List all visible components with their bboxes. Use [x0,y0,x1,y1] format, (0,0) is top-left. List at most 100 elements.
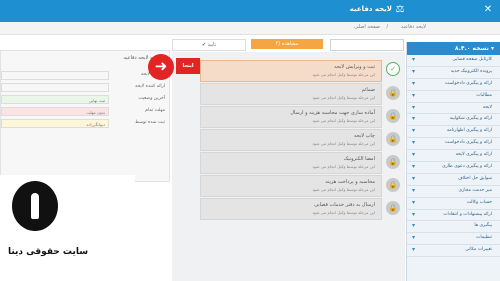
sidebar-item[interactable]: ▾ تغییرات مکانی [407,245,500,258]
chevron-down-icon: ▾ [412,222,416,230]
summary-value [1,71,109,80]
sidebar-header[interactable]: نسخه ۸.۴.۰ ▾ [407,42,500,55]
sidebar-item[interactable]: ▾ مطالبات [407,91,500,103]
breadcrumb-sep: / [386,24,388,30]
step-item[interactable]: چاپ لایحه این مرحله توسط وکیل انجام می ش… [200,129,382,151]
tab-approve[interactable]: ✔ تایید [172,39,246,51]
step-desc: این مرحله توسط وکیل انجام می شود [312,164,375,169]
step-desc: این مرحله توسط وکیل انجام می شود [312,210,375,215]
step-item[interactable]: ارسال به دفتر خدمات قضایی این مرحله توسط… [200,198,382,220]
sidebar-item-label: ارائه پیشنهادات و انتقادات [443,211,492,217]
chevron-down-icon: ▾ [412,103,416,111]
step-item[interactable]: آماده سازی جهت محاسبه هزینه و ارسال این … [200,106,382,128]
lock-icon: 🔒 [386,201,400,215]
lock-icon: 🔒 [386,155,400,169]
step-title: ارسال به دفتر خدمات قضایی [314,202,375,208]
sidebar-item[interactable]: ▾ کارتابل صفحه قضایی [407,55,500,67]
summary-row: آخرین وضعیت ثبت نهایی [1,95,169,105]
chevron-down-icon: ▾ [412,174,416,182]
sidebar-item-label: ارائه و پیگیری دادخواست [444,140,492,146]
step-item[interactable]: ثبت و ویرایش لایحه این مرحله توسط وکیل ا… [200,60,382,82]
search-input[interactable] [330,39,404,51]
summary-label: مهلت تمام [145,108,165,113]
chevron-down-icon: ▾ [412,163,416,171]
lock-icon: 🔒 [386,178,400,192]
summary-label: ثبت شده توسط [135,120,165,125]
sidebar-item-label: کارتابل صفحه قضایی [452,57,492,62]
step-desc: این مرحله توسط وکیل انجام می شود [312,141,375,146]
chevron-down-icon: ▾ [412,115,416,123]
sidebar-item-label: ارائه و پیگیری دادخواست [444,80,492,86]
sidebar-item[interactable]: ▾ سوابق حل اختلاف [407,174,500,186]
sidebar-item[interactable]: ▾ تنظیمات [407,233,500,246]
sidebar-item-label: مطالبات [476,92,492,98]
step-desc: این مرحله توسط وکیل انجام می شود [312,187,375,192]
step-title: محاسبه و پرداخت هزینه [325,179,375,185]
lock-icon: 🔒 [386,86,400,100]
tab-row: ✔ تایید ۴) مشاهده [0,38,404,51]
sidebar-item[interactable]: ▾ ارائه و پیگیری اظهارنامه [407,126,500,139]
sidebar-item-label: تغییرات مکانی [465,247,492,253]
step-item[interactable]: ضمائم این مرحله توسط وکیل انجام می شود [200,83,382,105]
top-bar: ⚖ لایحه دفاعیه ✕ [0,0,500,22]
summary-value: ثبت نهایی [1,95,109,104]
sidebar-item-label: ارائه و پیگیری اظهارنامه [446,128,492,134]
breadcrumb-home[interactable]: صفحه اصلی [354,24,380,30]
breadcrumb: صفحه اصلی / لایحه دفاعیه [0,22,500,35]
sidebar-item-label: پیگیری ها [474,223,492,229]
step-desc: این مرحله توسط وکیل انجام می شود [312,72,375,77]
sidebar-item[interactable]: ▾ ارائه و پیگیری دادخواست [407,79,500,91]
step-item[interactable]: محاسبه و پرداخت هزینه این مرحله توسط وکی… [200,175,382,197]
check-icon: ✓ [386,62,400,76]
step-desc: این مرحله توسط وکیل انجام می شود [312,118,375,123]
sidebar-item[interactable]: ▾ ارائه و پیگیری شکواییه [407,114,500,127]
tab-view[interactable]: ۴) مشاهده [251,39,323,49]
sidebar-item-label: سوابق حل اختلاف [457,175,492,181]
summary-row: ارائه کننده لایحه [1,83,169,93]
summary-row: موضوع لایحه [1,71,169,81]
step-title: چاپ لایحه [353,133,375,139]
summary-label: آخرین وضعیت [138,96,165,101]
scales-icon: ⚖ [395,4,405,15]
sidebar-item[interactable]: ▾ ارائه و پیگیری دعوی طاری [407,162,500,174]
chevron-down-icon: ▾ [412,127,416,135]
close-icon[interactable]: ✕ [482,4,494,16]
breadcrumb-current: لایحه دفاعیه [400,24,426,30]
sidebar-item-label: ارائه و پیگیری دعوی طاری [442,164,492,170]
watermark-caption: سایت حقوقی دینا [8,247,89,257]
sidebar-item[interactable]: ▾ میز خدمت مجازی [407,186,500,198]
step-item[interactable]: امضا الکترونیک این مرحله توسط وکیل انجام… [200,152,382,174]
chevron-down-icon: ▾ [412,151,416,159]
chevron-down-icon: ▾ [412,246,416,254]
summary-row: ثبت شده توسط دیوانگرزاده [1,119,169,129]
sidebar-item[interactable]: ▾ پیگیری ها [407,221,500,234]
step-title: ضمائم [361,87,375,93]
chevron-down-icon: ▾ [412,56,416,63]
sidebar-item[interactable]: ▾ حساب وکالت [407,198,500,210]
step-title: امضا الکترونیک [343,156,375,162]
steps-panel: ثبت و ویرایش لایحه این مرحله توسط وکیل ا… [172,52,405,281]
chevron-down-icon: ▾ [412,91,416,99]
sidebar-item[interactable]: ▾ ارائه و پیگیری دادخواست [407,138,500,151]
sidebar-item[interactable]: ▾ پرونده الکترونیک جدید [407,67,500,79]
summary-value: بدون مهلت [1,107,109,116]
sidebar-item[interactable]: ▾ لایحه [407,103,500,115]
sidebar-item-label: لایحه [482,104,492,110]
sidebar-item-label: پرونده الکترونیک جدید [450,68,492,74]
sidebar-item[interactable]: ▾ ارائه و پیگیری لایحه [407,150,500,163]
chevron-down-icon: ▾ [412,186,416,194]
sidebar-item[interactable]: ▾ ارائه پیشنهادات و انتقادات [407,210,500,222]
step-title: آماده سازی جهت محاسبه هزینه و ارسال [290,110,375,116]
summary-panel: خلاصه لایحه دفاعیه موضوع لایحه ارائه کنن… [0,50,170,182]
summary-label: ارائه کننده لایحه [135,84,165,89]
sidebar-item-label: میز خدمت مجازی [458,187,492,193]
window-title: لایحه دفاعیه [349,5,392,13]
chevron-down-icon: ▾ [412,234,416,242]
lock-icon: 🔒 [386,132,400,146]
chevron-down-icon: ▾ [412,139,416,147]
quill-emblem-icon [12,181,58,231]
sidebar-item-label: ارائه و پیگیری لایحه [455,152,492,158]
chevron-down-icon: ▾ [412,210,416,218]
here-button[interactable]: اینجا [176,58,200,74]
summary-value: دیوانگرزاده [1,119,109,128]
